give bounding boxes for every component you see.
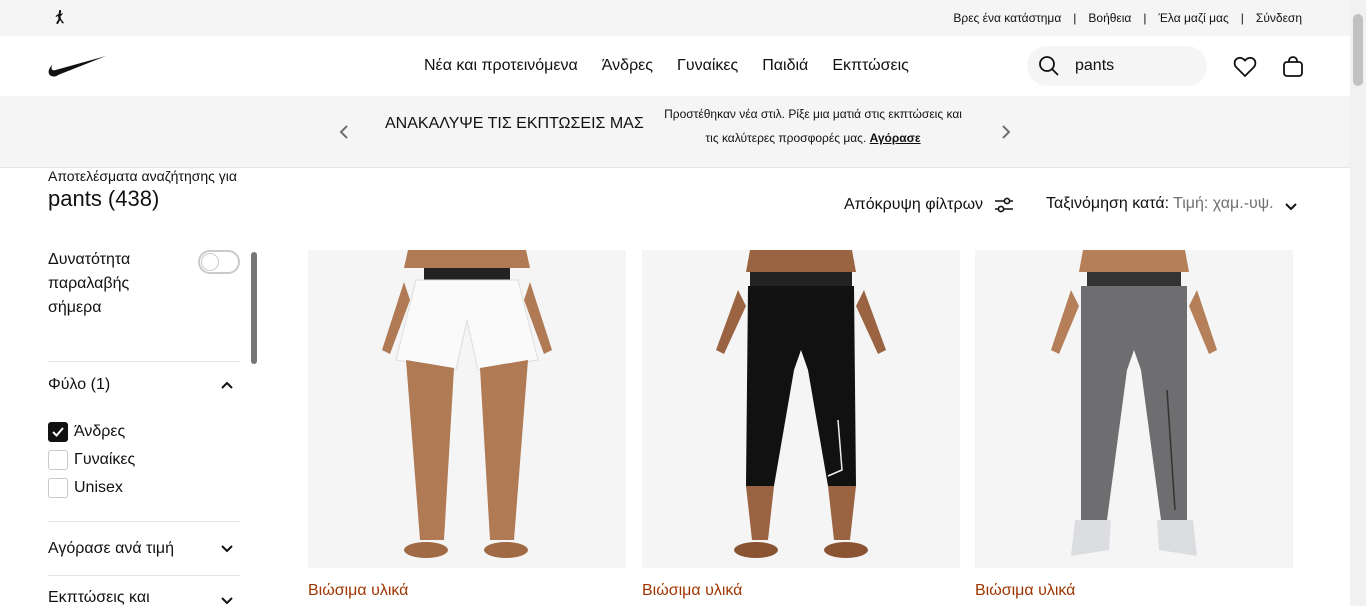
chevron-down-icon <box>221 545 233 553</box>
nav-women[interactable]: Γυναίκες <box>677 57 738 75</box>
search-box[interactable] <box>1027 46 1207 86</box>
gender-options: Άνδρες Γυναίκες Unisex <box>48 418 240 502</box>
product-card[interactable]: Βιώσιμα υλικά <box>975 250 1293 600</box>
sale-facet-header[interactable]: Εκπτώσεις και <box>48 576 240 606</box>
gender-option-men[interactable]: Άνδρες <box>48 418 240 446</box>
sale-facet: Εκπτώσεις και <box>48 576 240 606</box>
product-photo-grey-tights <box>975 250 1293 568</box>
nav-links: Νέα και προτεινόμενα Άνδρες Γυναίκες Παι… <box>424 36 933 96</box>
gender-option-label: Γυναίκες <box>74 451 136 468</box>
pickup-today-filter: Δυνατότητα παραλαβής σήμερα <box>48 246 240 362</box>
chevron-right-icon[interactable] <box>998 120 1014 144</box>
search-icon[interactable] <box>1029 46 1069 86</box>
toggle-knob <box>201 253 219 271</box>
promo-banner: ΑΝΑΚΑΛΥΨΕ ΤΙΣ ΕΚΠΤΩΣΕΙΣ ΜΑΣ Προστέθηκαν … <box>0 96 1350 168</box>
utility-links: Βρες ένα κατάστημα | Βοήθεια | Έλα μαζί … <box>953 0 1302 36</box>
promo-title: ΑΝΑΚΑΛΥΨΕ ΤΙΣ ΕΚΠΤΩΣΕΙΣ ΜΑΣ <box>385 115 644 132</box>
hide-filters-label: Απόκρυψη φίλτρων <box>844 196 984 213</box>
chevron-up-icon <box>221 381 233 389</box>
filter-sidebar: Δυνατότητα παραλαβής σήμερα Φύλο (1) Άνδ… <box>48 246 240 606</box>
gender-facet-header[interactable]: Φύλο (1) <box>48 362 240 408</box>
gender-facet-title: Φύλο (1) <box>48 376 111 393</box>
sale-facet-title: Εκπτώσεις και <box>48 589 150 606</box>
product-photo-white-shorts <box>308 250 626 568</box>
sort-label: Ταξινόμηση κατά: <box>1046 195 1170 212</box>
gender-option-label: Unisex <box>74 479 123 496</box>
gender-option-unisex[interactable]: Unisex <box>48 474 240 502</box>
gender-option-label: Άνδρες <box>74 423 126 440</box>
help-link[interactable]: Βοήθεια <box>1088 11 1131 25</box>
separator: | <box>1143 11 1147 25</box>
product-badge: Βιώσιμα υλικά <box>642 582 743 599</box>
checkbox[interactable] <box>48 478 68 498</box>
store-locator-link[interactable]: Βρες ένα κατάστημα <box>953 11 1061 25</box>
page-scrollbar-thumb[interactable] <box>1353 14 1363 86</box>
heart-icon[interactable] <box>1232 54 1258 80</box>
product-image[interactable] <box>642 250 960 568</box>
search-input[interactable] <box>1069 57 1189 75</box>
chevron-down-icon <box>1284 203 1297 211</box>
utility-bar: Βρες ένα κατάστημα | Βοήθεια | Έλα μαζί … <box>0 0 1350 36</box>
checkmark-icon <box>52 427 64 437</box>
nav-kids[interactable]: Παιδιά <box>762 57 808 75</box>
promo-text: Προστέθηκαν νέα στιλ. Ρίξε μια ματιά στι… <box>656 102 970 150</box>
separator: | <box>1240 11 1244 25</box>
jordan-logo-icon[interactable] <box>50 8 70 28</box>
gender-option-women[interactable]: Γυναίκες <box>48 446 240 474</box>
promo-shop-link[interactable]: Αγόρασε <box>870 131 921 145</box>
main-nav: Νέα και προτεινόμενα Άνδρες Γυναίκες Παι… <box>0 36 1350 96</box>
chevron-down-icon <box>221 597 233 605</box>
separator: | <box>1073 11 1077 25</box>
sign-in-link[interactable]: Σύνδεση <box>1256 11 1302 25</box>
pickup-today-label: Δυνατότητα παραλαβής σήμερα <box>48 251 131 316</box>
nav-men[interactable]: Άνδρες <box>602 57 653 75</box>
sort-value: Τιμή: χαμ.-υψ. <box>1173 195 1274 212</box>
join-us-link[interactable]: Έλα μαζί μας <box>1159 11 1229 25</box>
results-title: pants (438) <box>48 186 160 211</box>
product-badge: Βιώσιμα υλικά <box>308 582 409 599</box>
nav-new-featured[interactable]: Νέα και προτεινόμενα <box>424 57 578 75</box>
page-scrollbar[interactable] <box>1350 0 1366 606</box>
sidebar-scrollbar[interactable] <box>251 252 257 364</box>
price-facet-header[interactable]: Αγόρασε ανά τιμή <box>48 522 240 576</box>
sort-dropdown[interactable]: Ταξινόμηση κατά: Τιμή: χαμ.-υψ. <box>1046 194 1298 214</box>
results-caption: Αποτελέσματα αναζήτησης για <box>48 168 237 184</box>
bag-icon[interactable] <box>1280 54 1306 80</box>
nike-logo-icon[interactable] <box>48 56 106 77</box>
pickup-today-toggle[interactable] <box>198 250 240 274</box>
price-facet-title: Αγόρασε ανά τιμή <box>48 540 175 557</box>
nav-sale[interactable]: Εκπτώσεις <box>832 57 909 75</box>
product-image[interactable] <box>975 250 1293 568</box>
filter-sliders-icon <box>995 197 1014 213</box>
product-photo-black-tights <box>642 250 960 568</box>
checkbox[interactable] <box>48 450 68 470</box>
price-facet: Αγόρασε ανά τιμή <box>48 522 240 576</box>
gender-facet: Φύλο (1) Άνδρες Γυναίκες Unisex <box>48 362 240 522</box>
checkbox-checked[interactable] <box>48 422 68 442</box>
product-image[interactable] <box>308 250 626 568</box>
chevron-left-icon[interactable] <box>336 120 352 144</box>
product-card[interactable]: Βιώσιμα υλικά <box>642 250 960 600</box>
hide-filters-button[interactable]: Απόκρυψη φίλτρων <box>844 194 1015 216</box>
product-card[interactable]: Βιώσιμα υλικά <box>308 250 626 600</box>
product-badge: Βιώσιμα υλικά <box>975 582 1076 599</box>
